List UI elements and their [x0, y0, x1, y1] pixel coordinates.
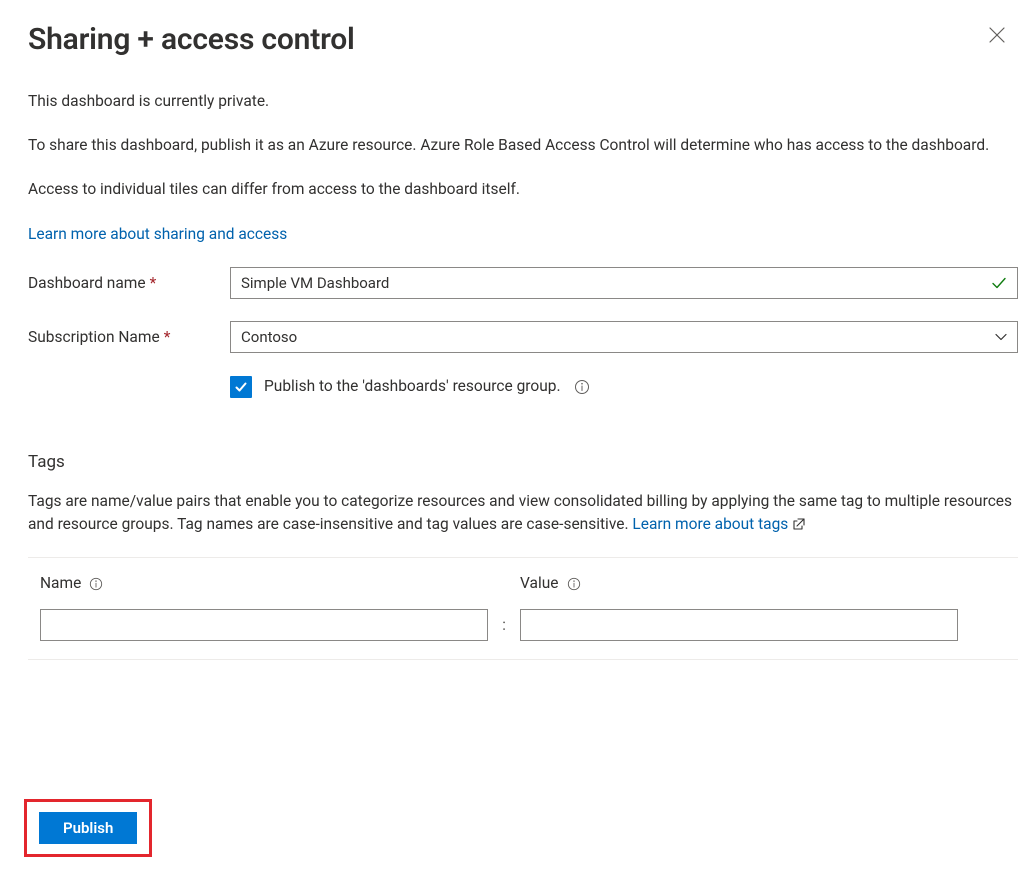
external-link-icon	[792, 517, 806, 531]
dashboard-name-label: Dashboard name*	[28, 272, 230, 294]
intro-private: This dashboard is currently private.	[28, 90, 1018, 112]
page-title: Sharing + access control	[28, 18, 355, 62]
info-icon[interactable]	[565, 575, 583, 593]
intro-share: To share this dashboard, publish it as a…	[28, 134, 1018, 156]
intro-tiles: Access to individual tiles can differ fr…	[28, 178, 1018, 200]
table-row: :	[40, 609, 1006, 641]
subscription-name-label: Subscription Name*	[28, 326, 230, 348]
tags-description: Tags are name/value pairs that enable yo…	[28, 490, 1018, 535]
required-asterisk: *	[164, 328, 171, 346]
dashboard-name-input[interactable]	[230, 267, 1018, 299]
tags-name-column-header: Name	[40, 572, 488, 594]
publish-resource-group-label: Publish to the 'dashboards' resource gro…	[264, 375, 561, 397]
close-icon	[988, 32, 1006, 47]
tag-separator: :	[488, 613, 520, 636]
learn-more-sharing-link[interactable]: Learn more about sharing and access	[28, 225, 287, 243]
publish-resource-group-checkbox[interactable]	[230, 376, 252, 398]
info-icon[interactable]	[87, 575, 105, 593]
subscription-name-dropdown[interactable]: Contoso	[230, 321, 1018, 353]
close-button[interactable]	[982, 20, 1012, 50]
tags-heading: Tags	[28, 450, 1018, 475]
info-icon[interactable]	[573, 378, 591, 396]
publish-button[interactable]: Publish	[39, 812, 137, 844]
tags-value-column-header: Value	[520, 572, 958, 594]
required-asterisk: *	[150, 274, 157, 292]
tag-name-input[interactable]	[40, 609, 488, 641]
tags-table: Name Value	[28, 557, 1018, 659]
learn-more-tags-link[interactable]: Learn more about tags	[632, 515, 806, 533]
publish-highlight-box: Publish	[24, 799, 152, 857]
tag-value-input[interactable]	[520, 609, 958, 641]
